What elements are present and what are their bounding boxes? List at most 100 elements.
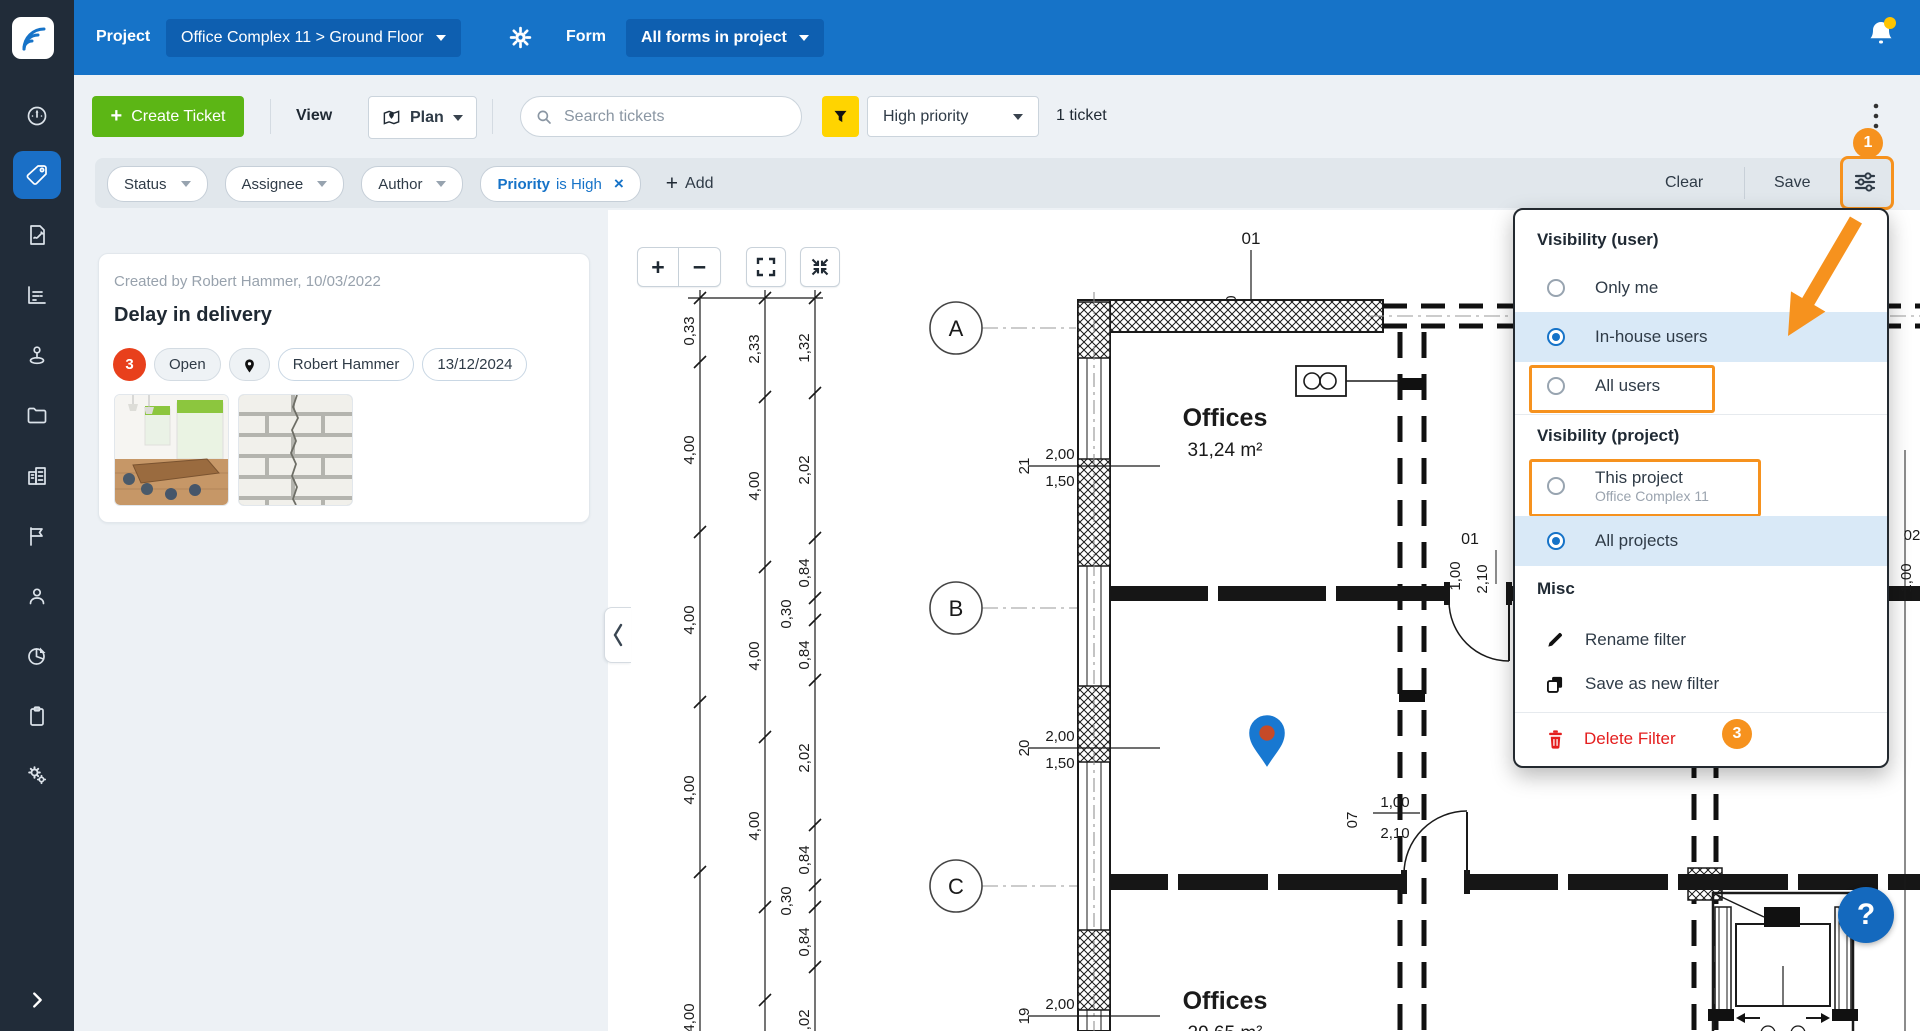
meeting-room-photo — [115, 395, 228, 505]
fullscreen-icon — [754, 255, 778, 279]
priority-filter-selector[interactable]: High priority — [867, 96, 1039, 137]
zoom-out-button[interactable]: − — [679, 247, 721, 287]
ticket-photo-meeting-room[interactable] — [114, 394, 229, 506]
svg-text:2,02: 2,02 — [796, 743, 813, 772]
svg-text:1,00: 1,00 — [1447, 561, 1464, 590]
project-selector-value: Office Complex 11 > Ground Floor — [181, 29, 424, 47]
sidebar-item-forms[interactable] — [13, 211, 61, 259]
search-icon — [535, 108, 553, 126]
menu-item-save-as-new-filter[interactable]: Save as new filter — [1515, 662, 1887, 706]
project-label: Project — [96, 28, 150, 46]
help-button[interactable]: ? — [1838, 887, 1894, 943]
menu-option-all-users[interactable]: All users 2 — [1515, 362, 1887, 410]
due-date-badge[interactable]: 13/12/2024 — [422, 348, 527, 381]
filter-chip-assignee[interactable]: Assignee — [225, 166, 345, 202]
clear-filters-button[interactable]: Clear — [1665, 174, 1703, 192]
radio-unchecked-icon[interactable] — [1547, 477, 1565, 495]
radio-checked-icon[interactable] — [1547, 328, 1565, 346]
plan-zoom-controls: + − — [637, 247, 721, 287]
svg-text:1,00: 1,00 — [1380, 794, 1409, 811]
sidebar-item-flags[interactable] — [13, 512, 61, 560]
menu-option-in-house-users[interactable]: In-house users — [1515, 312, 1887, 362]
assignee-badge[interactable]: Robert Hammer — [278, 348, 415, 381]
form-selector[interactable]: All forms in project — [626, 19, 824, 57]
app-logo[interactable] — [12, 17, 54, 59]
person-location-icon — [25, 343, 49, 367]
create-ticket-button[interactable]: + Create Ticket — [92, 96, 244, 137]
fit-view-button[interactable] — [800, 247, 840, 287]
save-filter-button[interactable]: Save — [1774, 174, 1810, 192]
svg-text:1,00: 1,00 — [1898, 563, 1915, 592]
svg-text:4,00: 4,00 — [681, 1003, 698, 1031]
sidebar-expand-button[interactable] — [13, 976, 61, 1024]
divider — [1515, 712, 1887, 713]
svg-text:2,02: 2,02 — [796, 1009, 813, 1031]
ticket-photo-cracked-wall[interactable] — [238, 394, 353, 506]
menu-item-rename-filter[interactable]: Rename filter — [1515, 618, 1887, 662]
search-input[interactable] — [562, 107, 776, 127]
topbar: Project Office Complex 11 > Ground Floor… — [74, 0, 1920, 75]
sidebar-item-site-inspection[interactable] — [13, 331, 61, 379]
filter-toggle-button[interactable] — [822, 96, 859, 137]
sidebar-item-settings[interactable] — [13, 751, 61, 799]
notifications-button[interactable] — [1866, 16, 1896, 55]
map-icon — [382, 108, 401, 127]
sidebar-item-projects[interactable] — [13, 452, 61, 500]
menu-item-delete-filter[interactable]: Delete Filter — [1515, 718, 1887, 760]
collapse-arrows-icon — [808, 255, 832, 279]
sidebar-item-dashboard[interactable] — [13, 92, 61, 140]
project-selector[interactable]: Office Complex 11 > Ground Floor — [166, 19, 461, 57]
divider — [1744, 167, 1745, 199]
filter-chip-author[interactable]: Author — [361, 166, 463, 202]
filter-settings-button[interactable] — [1847, 164, 1883, 200]
collapse-panel-handle[interactable] — [604, 607, 631, 663]
view-label: View — [296, 107, 332, 125]
filter-chip-status[interactable]: Status — [107, 166, 208, 202]
add-filter-button[interactable]: + Add — [666, 172, 714, 196]
ticket-card[interactable]: Created by Robert Hammer, 10/03/2022 Del… — [98, 253, 590, 523]
project-settings-button[interactable] — [508, 25, 533, 55]
sidebar-item-documents[interactable] — [13, 392, 61, 440]
sidebar-item-statistics[interactable] — [13, 632, 61, 680]
svg-text:2,10: 2,10 — [1474, 564, 1491, 593]
add-filter-label: Add — [685, 175, 713, 193]
bell-icon — [1866, 16, 1896, 50]
cracked-wall-photo — [239, 395, 352, 505]
svg-text:0,84: 0,84 — [796, 927, 813, 956]
option-sublabel: Office Complex 11 — [1595, 488, 1709, 504]
view-mode-value: Plan — [410, 109, 444, 127]
zoom-in-button[interactable]: + — [637, 247, 679, 287]
menu-option-all-projects[interactable]: All projects — [1515, 516, 1887, 566]
filter-chip-priority-active[interactable]: Priority is High × — [480, 166, 640, 202]
radio-unchecked-icon[interactable] — [1547, 377, 1565, 395]
filter-visibility-menu: Visibility (user) Only me In-house users… — [1513, 208, 1889, 768]
planradar-logo-icon — [17, 22, 49, 54]
annotation-badge-1: 1 — [1853, 128, 1883, 158]
sidebar-item-contacts[interactable] — [13, 572, 61, 620]
svg-text:31,24 m²: 31,24 m² — [1188, 440, 1263, 461]
location-badge[interactable] — [229, 348, 270, 381]
menu-section-visibility-project: Visibility (project) — [1537, 426, 1679, 446]
svg-text:4,00: 4,00 — [681, 435, 698, 464]
fullscreen-button[interactable] — [746, 247, 786, 287]
menu-option-this-project[interactable]: This project Office Complex 11 3 — [1515, 456, 1887, 516]
view-mode-selector[interactable]: Plan — [368, 96, 477, 139]
chevron-down-icon — [436, 35, 446, 41]
chevron-down-icon — [181, 181, 191, 187]
svg-text:4,00: 4,00 — [746, 471, 763, 500]
status-badge[interactable]: Open — [154, 348, 221, 381]
chevron-down-icon — [453, 115, 463, 121]
sidebar — [0, 0, 74, 1031]
sidebar-item-tickets[interactable] — [13, 151, 61, 199]
form-signature-icon — [25, 223, 49, 247]
remove-filter-icon[interactable]: × — [614, 174, 624, 194]
pie-chart-icon — [25, 644, 49, 668]
sidebar-item-reports[interactable] — [13, 271, 61, 319]
menu-option-only-me[interactable]: Only me — [1515, 264, 1887, 312]
svg-text:0,84: 0,84 — [796, 558, 813, 587]
radio-checked-icon[interactable] — [1547, 532, 1565, 550]
person-icon — [25, 584, 49, 608]
sidebar-item-tasks[interactable] — [13, 692, 61, 740]
option-label: All users — [1595, 376, 1660, 396]
radio-unchecked-icon[interactable] — [1547, 279, 1565, 297]
